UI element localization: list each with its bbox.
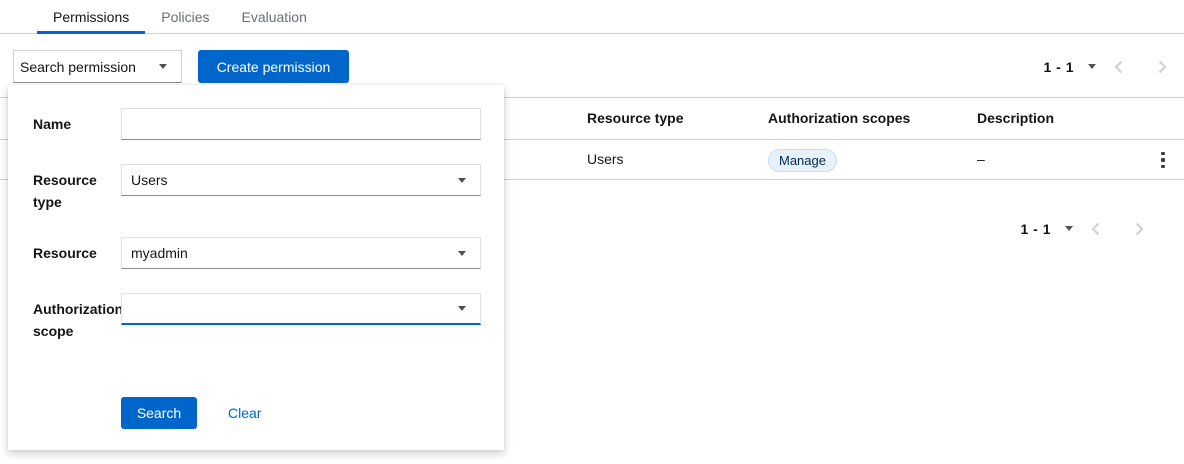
search-button[interactable]: Search: [121, 397, 197, 429]
resource-type-select[interactable]: Users: [121, 164, 481, 196]
pagination-range: 1 - 1: [1020, 221, 1051, 237]
cell-authorization-scopes: Manage: [768, 140, 837, 179]
resource-type-field-label: Resource type: [33, 164, 121, 213]
caret-down-icon: [458, 251, 466, 256]
form-group-resource: Resource myadmin: [33, 237, 489, 269]
panel-action-row: Search Clear: [121, 397, 489, 429]
tab-evaluation[interactable]: Evaluation: [226, 0, 323, 33]
row-kebab-menu-button[interactable]: [1150, 142, 1176, 178]
search-permission-toggle-label: Search permission: [20, 59, 136, 75]
tab-policies[interactable]: Policies: [145, 0, 225, 33]
pagination-per-page-toggle[interactable]: [1065, 226, 1073, 231]
authorization-scope-field-label: Authorization scope: [33, 293, 121, 342]
name-field-label: Name: [33, 108, 121, 140]
pagination-per-page-toggle[interactable]: [1088, 64, 1096, 69]
pagination-range: 1 - 1: [1043, 59, 1074, 75]
tab-bar: Permissions Policies Evaluation: [0, 0, 1184, 34]
column-header-resource-type: Resource type: [587, 98, 683, 139]
form-group-name: Name: [33, 108, 489, 140]
pagination-prev-button[interactable]: [1096, 50, 1140, 83]
create-permission-button[interactable]: Create permission: [198, 50, 349, 83]
tab-permissions-label: Permissions: [53, 9, 129, 25]
resource-field-label: Resource: [33, 237, 121, 269]
authorization-scope-select[interactable]: [121, 293, 481, 325]
caret-down-icon: [159, 64, 167, 69]
resource-type-select-value: Users: [131, 172, 168, 188]
chevron-left-icon: [1113, 59, 1124, 75]
cell-description: –: [977, 140, 985, 179]
caret-down-icon: [458, 178, 466, 183]
caret-down-icon: [1065, 226, 1073, 231]
column-header-authorization-scopes: Authorization scopes: [768, 98, 910, 139]
column-header-description: Description: [977, 98, 1054, 139]
caret-down-icon: [458, 306, 466, 311]
pagination-bottom: 1 - 1: [1020, 212, 1161, 245]
cell-resource-type: Users: [587, 140, 624, 179]
tab-evaluation-label: Evaluation: [242, 9, 307, 25]
tab-permissions[interactable]: Permissions: [37, 0, 145, 33]
tab-policies-label: Policies: [161, 9, 209, 25]
scope-badge: Manage: [768, 149, 837, 172]
search-permission-dropdown-toggle[interactable]: Search permission: [13, 50, 182, 83]
kebab-icon: [1161, 152, 1165, 169]
authorization-permissions-screen: { "tabs": { "items": [ { "label": "Permi…: [0, 0, 1184, 464]
search-permission-panel: Name Resource type Users Resource myadmi…: [8, 85, 504, 450]
chevron-right-icon: [1134, 221, 1145, 237]
caret-down-icon: [1088, 64, 1096, 69]
form-group-resource-type: Resource type Users: [33, 164, 489, 213]
pagination-next-button[interactable]: [1140, 50, 1184, 83]
clear-button[interactable]: Clear: [228, 405, 261, 421]
pagination-prev-button[interactable]: [1073, 212, 1117, 245]
resource-select-value: myadmin: [131, 245, 188, 261]
form-group-authorization-scope: Authorization scope: [33, 293, 489, 342]
pagination-next-button[interactable]: [1117, 212, 1161, 245]
name-input[interactable]: [121, 108, 481, 140]
chevron-right-icon: [1157, 59, 1168, 75]
resource-select[interactable]: myadmin: [121, 237, 481, 269]
chevron-left-icon: [1090, 221, 1101, 237]
pagination-top: 1 - 1: [1043, 50, 1184, 83]
